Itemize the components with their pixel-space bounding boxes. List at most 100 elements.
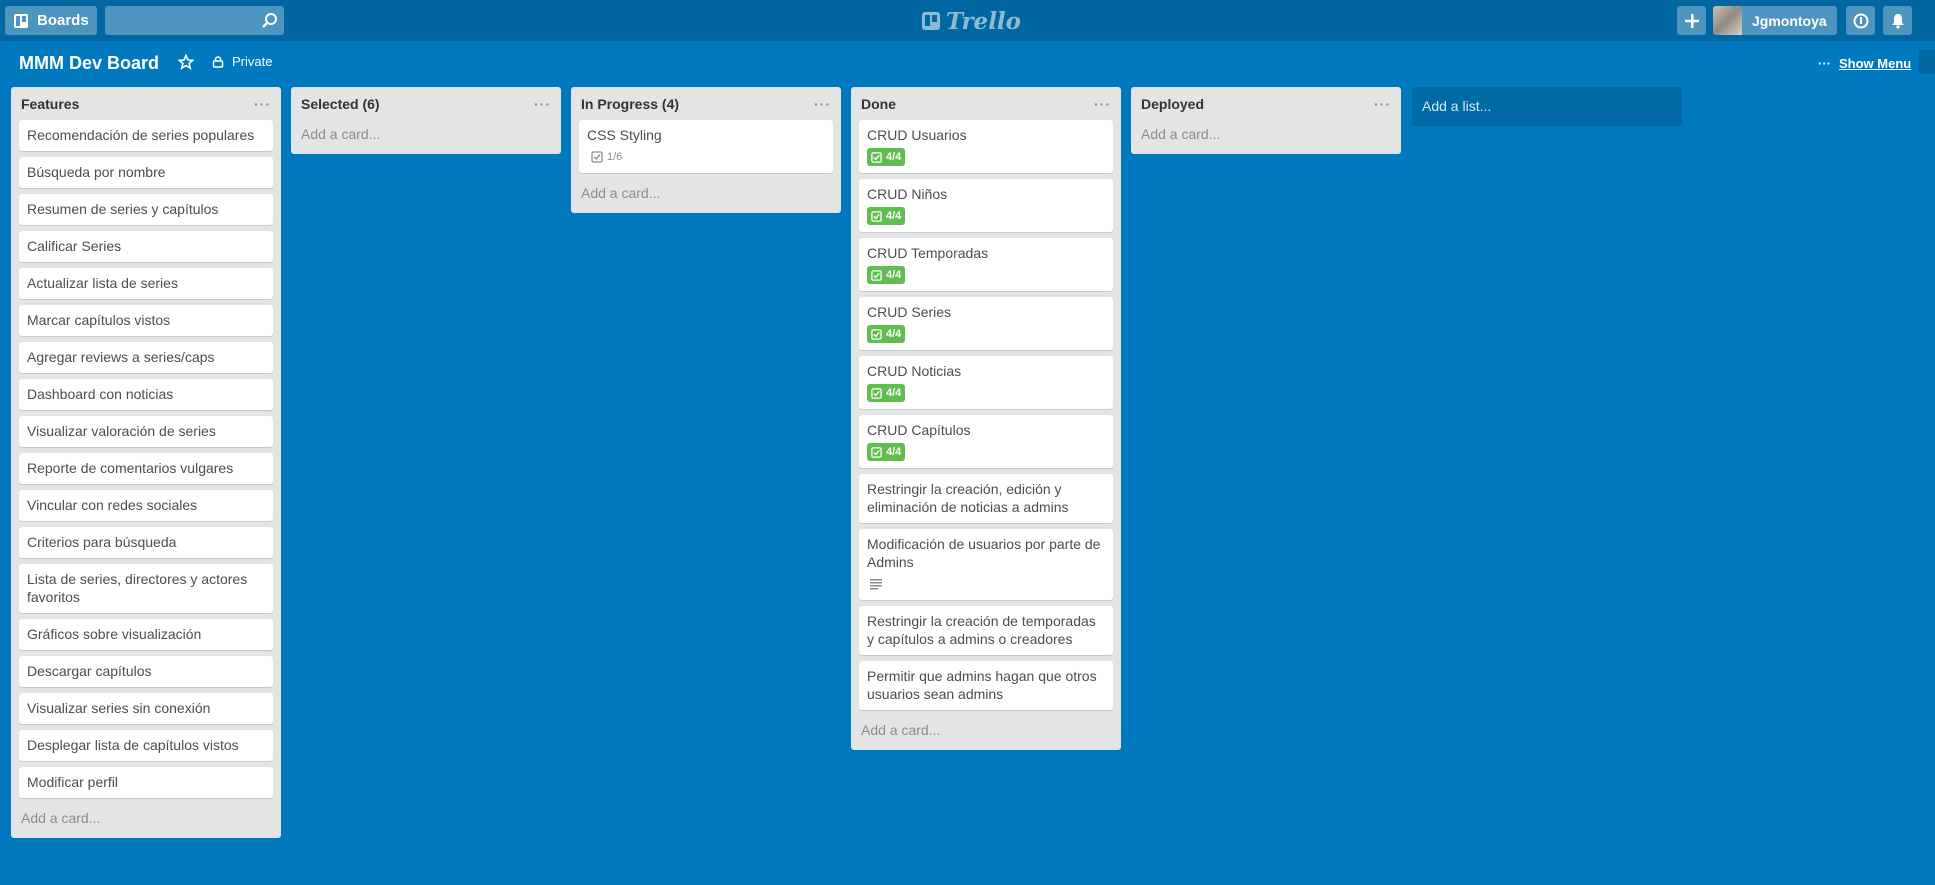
info-icon [1853, 13, 1868, 28]
checklist-icon [871, 269, 882, 281]
card[interactable]: Búsqueda por nombre [19, 157, 273, 188]
card[interactable]: Restringir la creación de temporadas y c… [859, 606, 1113, 655]
list-header[interactable]: Deployed ··· [1139, 87, 1393, 120]
privacy-label: Private [232, 54, 273, 69]
card-title: Recomendación de series populares [27, 127, 255, 143]
card[interactable]: Actualizar lista de series [19, 268, 273, 299]
card-title: Dashboard con noticias [27, 386, 174, 402]
lock-icon [212, 55, 224, 68]
checklist-icon [871, 446, 882, 458]
list-selected: Selected (6) ··· Add a card... [291, 87, 561, 154]
list-title[interactable]: In Progress (4) [581, 96, 679, 112]
card[interactable]: Lista de series, directores y actores fa… [19, 564, 273, 613]
info-button[interactable] [1846, 6, 1875, 35]
bell-icon [1891, 13, 1904, 29]
boards-button[interactable]: Boards [5, 6, 97, 35]
card-title: Criterios para búsqueda [27, 534, 177, 550]
card-title: CRUD Noticias [867, 363, 962, 379]
boards-label: Boards [37, 12, 89, 29]
card[interactable]: Resumen de series y capítulos [19, 194, 273, 225]
list-done: Done ··· CRUD Usuarios 4/4 CRUD Niños 4/… [851, 87, 1121, 750]
checklist-icon [871, 210, 882, 222]
plus-icon [1684, 13, 1699, 28]
card[interactable]: CRUD Noticias 4/4 [859, 356, 1113, 409]
card[interactable]: Restringir la creación, edición y elimin… [859, 474, 1113, 523]
more-icon[interactable]: ··· [534, 96, 551, 112]
list-header[interactable]: Selected (6) ··· [299, 87, 553, 120]
list-header[interactable]: Done ··· [859, 87, 1113, 120]
card[interactable]: Marcar capítulos vistos [19, 305, 273, 336]
scrollbar[interactable] [1919, 50, 1935, 74]
checklist-count: 4/4 [886, 328, 902, 340]
search-icon[interactable] [261, 12, 278, 29]
add-list-button[interactable]: Add a list... [1412, 87, 1682, 126]
card-title: Desplegar lista de capítulos vistos [27, 737, 239, 753]
card-title: Resumen de series y capítulos [27, 201, 219, 217]
add-card-button[interactable]: Add a card... [299, 120, 553, 146]
card-title: Búsqueda por nombre [27, 164, 166, 180]
card-title: CSS Styling [587, 127, 662, 143]
trello-logo[interactable]: Trello [922, 7, 1022, 35]
card[interactable]: CRUD Capítulos 4/4 [859, 415, 1113, 468]
add-button[interactable] [1677, 6, 1706, 35]
list-header[interactable]: Features ··· [19, 87, 273, 120]
card[interactable]: CRUD Temporadas 4/4 [859, 238, 1113, 291]
card[interactable]: Desplegar lista de capítulos vistos [19, 730, 273, 761]
card-title: CRUD Temporadas [867, 245, 989, 261]
list-title[interactable]: Deployed [1141, 96, 1204, 112]
more-icon: ··· [1818, 56, 1831, 71]
card[interactable]: Criterios para búsqueda [19, 527, 273, 558]
checklist-badge: 4/4 [867, 443, 906, 461]
card[interactable]: Agregar reviews a series/caps [19, 342, 273, 373]
card[interactable]: Permitir que admins hagan que otros usua… [859, 661, 1113, 710]
list-title[interactable]: Features [21, 96, 79, 112]
search-input[interactable] [105, 6, 284, 35]
more-icon[interactable]: ··· [814, 96, 831, 112]
card[interactable]: Visualizar valoración de series [19, 416, 273, 447]
checklist-count: 4/4 [886, 269, 902, 281]
card-title: CRUD Usuarios [867, 127, 967, 143]
list-title[interactable]: Done [861, 96, 896, 112]
member-menu-button[interactable]: Jgmontoya [1713, 6, 1837, 35]
checklist-badge: 4/4 [867, 266, 906, 284]
more-icon[interactable]: ··· [1094, 96, 1111, 112]
more-icon[interactable]: ··· [1374, 96, 1391, 112]
card[interactable]: Dashboard con noticias [19, 379, 273, 410]
board-title[interactable]: MMM Dev Board [19, 53, 159, 74]
card[interactable]: Visualizar series sin conexión [19, 693, 273, 724]
card-title: Restringir la creación de temporadas y c… [867, 613, 1096, 647]
card[interactable]: Reporte de comentarios vulgares [19, 453, 273, 484]
card-title: Visualizar valoración de series [27, 423, 216, 439]
add-card-button[interactable]: Add a card... [579, 179, 833, 205]
checklist-icon [871, 328, 882, 340]
card[interactable]: CRUD Niños 4/4 [859, 179, 1113, 232]
card[interactable]: Calificar Series [19, 231, 273, 262]
add-card-button[interactable]: Add a card... [19, 804, 273, 830]
card[interactable]: CSS Styling 1/6 [579, 120, 833, 173]
privacy-button[interactable]: Private [212, 54, 272, 69]
add-card-button[interactable]: Add a card... [859, 716, 1113, 742]
list-title[interactable]: Selected (6) [301, 96, 380, 112]
checklist-badge: 4/4 [867, 325, 906, 343]
card[interactable]: Vincular con redes sociales [19, 490, 273, 521]
card[interactable]: Recomendación de series populares [19, 120, 273, 151]
checklist-count: 4/4 [886, 151, 902, 163]
card[interactable]: Gráficos sobre visualización [19, 619, 273, 650]
notifications-button[interactable] [1883, 6, 1912, 35]
show-menu-button[interactable]: ··· Show Menu [1818, 56, 1911, 71]
add-card-button[interactable]: Add a card... [1139, 120, 1393, 146]
card-title: Agregar reviews a series/caps [27, 349, 215, 365]
more-icon[interactable]: ··· [254, 96, 271, 112]
star-icon[interactable] [178, 54, 194, 70]
checklist-badge: 4/4 [867, 148, 906, 166]
card[interactable]: Modificar perfil [19, 767, 273, 798]
list-header[interactable]: In Progress (4) ··· [579, 87, 833, 120]
card-title: Reporte de comentarios vulgares [27, 460, 234, 476]
card[interactable]: Modificación de usuarios por parte de Ad… [859, 529, 1113, 600]
card[interactable]: CRUD Series 4/4 [859, 297, 1113, 350]
checklist-count: 4/4 [886, 446, 902, 458]
card[interactable]: Descargar capítulos [19, 656, 273, 687]
logo-text: Trello [946, 7, 1022, 35]
card-title: Visualizar series sin conexión [27, 700, 211, 716]
card[interactable]: CRUD Usuarios 4/4 [859, 120, 1113, 173]
